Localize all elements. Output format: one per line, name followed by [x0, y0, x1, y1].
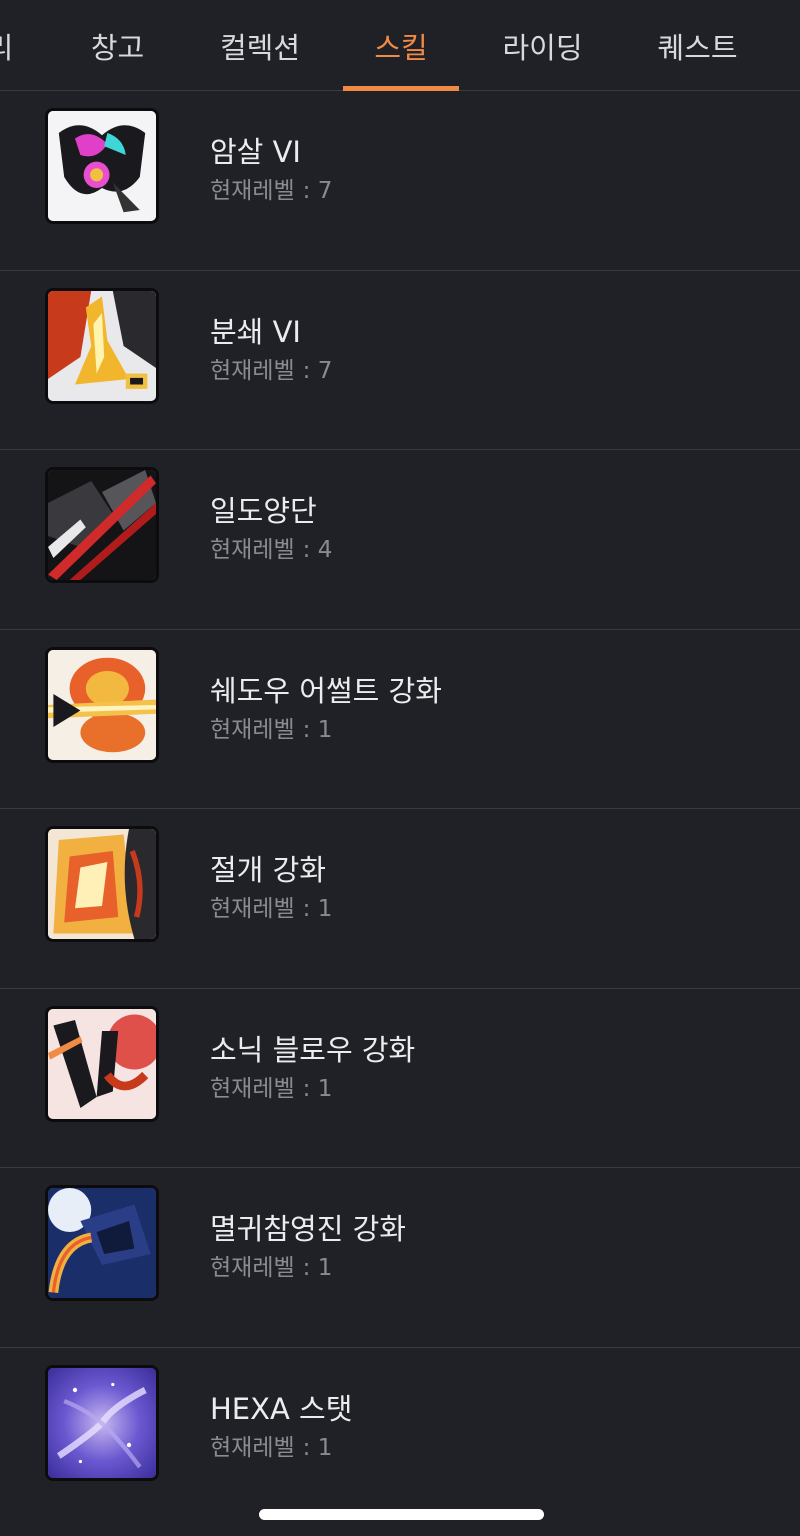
skill-name: 분쇄 VI: [210, 314, 301, 349]
skill-name: 소닉 블로우 강화: [210, 1032, 416, 1067]
hexa-stat-icon: [45, 1364, 159, 1481]
skill-row[interactable]: 분쇄 VI 현재레벨: 7: [0, 271, 800, 450]
skill-list: 암살 VI 현재레벨: 7 분쇄 VI 현재레벨: 7 일도양단 현재레벨: …: [0, 91, 800, 1527]
skill-level: 현재레벨: 4: [210, 537, 333, 563]
crush-skill-icon: [45, 287, 159, 404]
skill-level: 현재레벨: 7: [210, 357, 333, 384]
skill-level: 현재레벨: 7: [210, 178, 333, 204]
skill-row[interactable]: 쉐도우 어썰트 강화 현재레벨: 1: [0, 630, 800, 809]
skill-row[interactable]: HEXA 스탯 현재레벨: 1: [0, 1348, 800, 1528]
skill-row[interactable]: 절개 강화 현재레벨: 1: [0, 809, 800, 989]
skill-name: 절개 강화: [210, 853, 326, 887]
home-indicator[interactable]: [259, 1509, 544, 1520]
skill-level: 현재레벨: 1: [210, 716, 333, 743]
tab-quest[interactable]: 퀘스트: [625, 0, 770, 91]
skill-name: 일도양단: [210, 494, 317, 528]
tab-riding[interactable]: 라이딩: [470, 0, 615, 91]
skill-row[interactable]: 암살 VI 현재레벨: 7: [0, 91, 800, 271]
incision-skill-icon: [45, 826, 159, 942]
skill-name: 쉐도우 어썰트 강화: [210, 673, 442, 708]
demon-slash-skill-icon: [45, 1185, 159, 1301]
skill-name: HEXA 스탯: [210, 1391, 353, 1426]
tab-storage[interactable]: 창고: [60, 0, 175, 91]
cleave-skill-icon: [45, 467, 159, 583]
skill-name: 멸귀참영진 강화: [210, 1212, 406, 1246]
skill-level: 현재레벨: 1: [210, 1255, 333, 1281]
assassinate-skill-icon: [45, 108, 159, 224]
skill-row[interactable]: 멸귀참영진 강화 현재레벨: 1: [0, 1168, 800, 1348]
skill-name: 암살 VI: [210, 135, 301, 169]
skill-row[interactable]: 일도양단 현재레벨: 4: [0, 450, 800, 630]
skill-level: 현재레벨: 1: [210, 896, 333, 922]
sonic-blow-skill-icon: [45, 1005, 159, 1122]
skill-level: 현재레벨: 1: [210, 1434, 333, 1461]
skill-row[interactable]: 소닉 블로우 강화 현재레벨: 1: [0, 989, 800, 1168]
skill-level: 현재레벨: 1: [210, 1075, 333, 1102]
shadow-assault-skill-icon: [45, 646, 159, 763]
tab-skill[interactable]: 스킬: [343, 0, 459, 91]
top-tab-bar: 리 창고 컬렉션 스킬 라이딩 퀘스트: [0, 0, 800, 91]
tab-collection[interactable]: 컬렉션: [190, 0, 330, 91]
tab-partial[interactable]: 리: [0, 0, 20, 91]
